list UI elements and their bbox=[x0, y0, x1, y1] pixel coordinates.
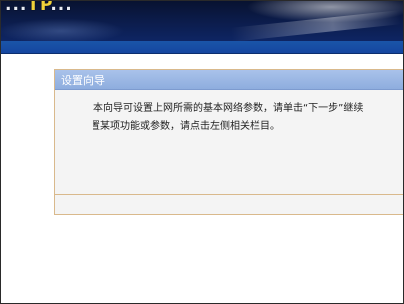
banner-brand-text: TP bbox=[27, 1, 51, 15]
panel-body: 本向导可设置上网所需的基本网络参数，请单击“下一步”继续 置某项功能或参数，请点… bbox=[55, 90, 403, 195]
panel-header: 设置向导 bbox=[55, 70, 403, 90]
panel-title: 设置向导 bbox=[61, 74, 105, 87]
wizard-description-line: 本向导可设置上网所需的基本网络参数，请单击“下一步”继续 bbox=[93, 103, 364, 114]
panel-footer bbox=[55, 195, 403, 215]
banner-text-part: ... bbox=[50, 1, 73, 15]
banner-decoration bbox=[230, 10, 402, 41]
browser-content: ...TP... 设置向导 本向导可设置上网所需的基本网络参数，请单击“下一步”… bbox=[0, 0, 404, 304]
router-banner: ...TP... bbox=[1, 1, 403, 41]
banner-text-part: ... bbox=[5, 1, 28, 15]
wizard-description: 本向导可设置上网所需的基本网络参数，请单击“下一步”继续 置某项功能或参数，请点… bbox=[93, 100, 403, 136]
banner-bottom-bar bbox=[1, 41, 403, 54]
wizard-description-line: 置某项功能或参数，请点击左侧相关栏目。 bbox=[93, 121, 280, 132]
setup-wizard-panel: 设置向导 本向导可设置上网所需的基本网络参数，请单击“下一步”继续 置某项功能或… bbox=[54, 69, 403, 215]
banner-title: ...TP... bbox=[5, 1, 73, 15]
